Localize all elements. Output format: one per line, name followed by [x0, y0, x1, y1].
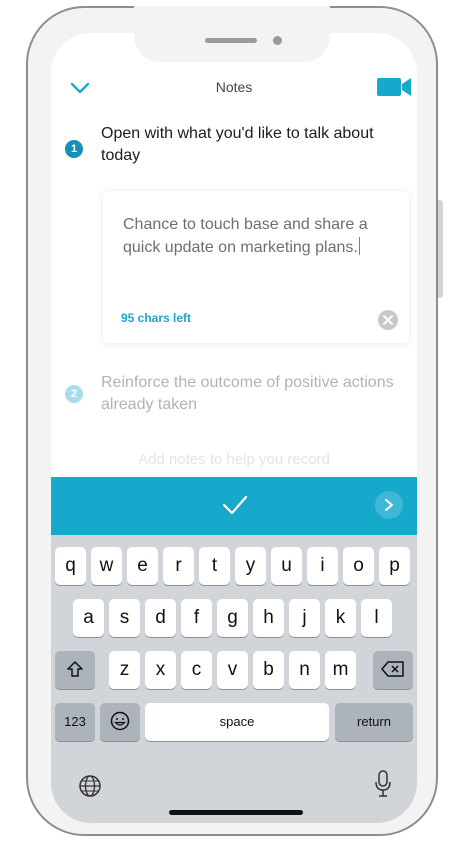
step-prompt-inactive[interactable]: Reinforce the outcome of positive action…: [101, 372, 401, 416]
key-c[interactable]: c: [181, 651, 212, 689]
next-button[interactable]: [375, 491, 403, 519]
phone-notch: [134, 6, 330, 62]
keyboard-accessory-toolbar: [51, 477, 417, 535]
key-u[interactable]: u: [271, 547, 302, 585]
key-y[interactable]: y: [235, 547, 266, 585]
clear-icon[interactable]: [377, 309, 399, 331]
page-title: Notes: [215, 79, 253, 95]
emoji-key[interactable]: [100, 703, 140, 741]
chevron-right-icon: [385, 499, 393, 511]
note-text-input[interactable]: Chance to touch base and share a quick u…: [123, 213, 373, 259]
key-e[interactable]: e: [127, 547, 158, 585]
key-r[interactable]: r: [163, 547, 194, 585]
key-j[interactable]: j: [289, 599, 320, 637]
text-cursor: [358, 237, 360, 255]
video-camera-icon[interactable]: [377, 77, 411, 97]
key-g[interactable]: g: [217, 599, 248, 637]
key-x[interactable]: x: [145, 651, 176, 689]
shift-arrow-icon: [67, 661, 83, 677]
key-o[interactable]: o: [343, 547, 374, 585]
key-b[interactable]: b: [253, 651, 284, 689]
key-m[interactable]: m: [325, 651, 356, 689]
key-f[interactable]: f: [181, 599, 212, 637]
key-n[interactable]: n: [289, 651, 320, 689]
key-p[interactable]: p: [379, 547, 410, 585]
key-k[interactable]: k: [325, 599, 356, 637]
front-camera-dot: [273, 36, 282, 45]
key-s[interactable]: s: [109, 599, 140, 637]
chars-left-counter: 95 chars left: [121, 311, 192, 325]
return-key[interactable]: return: [335, 703, 413, 741]
notes-placeholder-hint: Add notes to help you record: [138, 451, 330, 468]
key-a[interactable]: a: [73, 599, 104, 637]
emoji-icon: [110, 711, 130, 731]
backspace-key[interactable]: [373, 651, 413, 689]
phone-side-button: [438, 200, 443, 298]
backspace-icon: [381, 661, 404, 677]
globe-icon[interactable]: [77, 773, 103, 799]
step-number-badge: 2: [65, 385, 83, 403]
numbers-key[interactable]: 123: [55, 703, 95, 741]
key-h[interactable]: h: [253, 599, 284, 637]
on-screen-keyboard: q w e r t y u i o p a s d f g h j k l z …: [51, 535, 417, 823]
key-z[interactable]: z: [109, 651, 140, 689]
checkmark-icon[interactable]: [221, 493, 249, 517]
note-card[interactable]: Chance to touch base and share a quick u…: [103, 191, 409, 343]
key-i[interactable]: i: [307, 547, 338, 585]
key-w[interactable]: w: [91, 547, 122, 585]
shift-key[interactable]: [55, 651, 95, 689]
step-number-badge: 1: [65, 140, 83, 158]
note-text-value: Chance to touch base and share a quick u…: [123, 216, 368, 256]
key-v[interactable]: v: [217, 651, 248, 689]
key-t[interactable]: t: [199, 547, 230, 585]
key-d[interactable]: d: [145, 599, 176, 637]
key-l[interactable]: l: [361, 599, 392, 637]
key-q[interactable]: q: [55, 547, 86, 585]
space-key[interactable]: space: [145, 703, 329, 741]
phone-mockup: Notes 1 Open with what you'd like to tal…: [0, 0, 452, 843]
phone-screen: Notes 1 Open with what you'd like to tal…: [51, 33, 417, 823]
phone-speaker: [205, 38, 257, 43]
home-indicator[interactable]: [169, 810, 303, 815]
microphone-icon[interactable]: [373, 769, 393, 799]
step-prompt-active: Open with what you'd like to talk about …: [101, 125, 374, 164]
